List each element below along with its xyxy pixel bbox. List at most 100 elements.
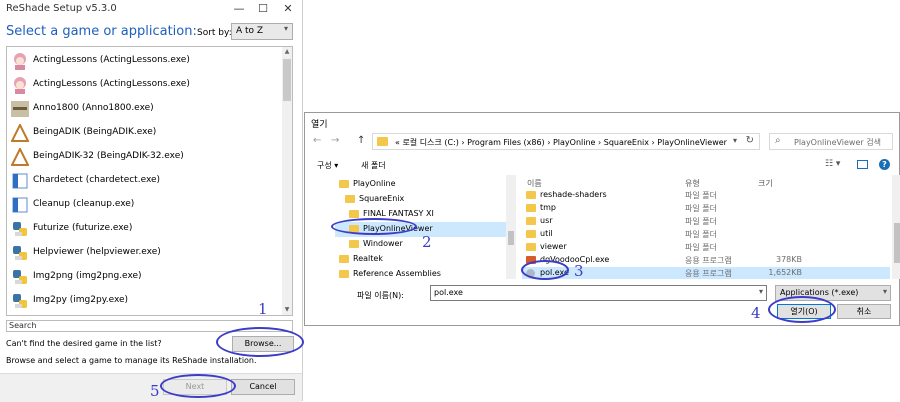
list-item-label: Futurize (futurize.exe) xyxy=(33,223,133,233)
sort-dropdown[interactable]: A to Z ▾ xyxy=(231,23,293,40)
hint-text: Browse and select a game to manage its R… xyxy=(6,356,257,365)
file-name: usr xyxy=(540,216,553,225)
organize-button[interactable]: 구성 ▾ xyxy=(317,160,338,171)
chevron-down-icon: ▾ xyxy=(283,24,288,33)
list-item-label: ActingLessons (ActingLessons.exe) xyxy=(33,79,190,89)
forward-arrow-icon[interactable]: → xyxy=(331,135,339,146)
column-header-type[interactable]: 유형 xyxy=(685,178,700,189)
list-item[interactable]: Cleanup (cleanup.exe) xyxy=(7,193,283,217)
list-item[interactable]: Img2py (img2py.exe) xyxy=(7,289,283,313)
filename-value: pol.exe xyxy=(434,288,463,297)
back-arrow-icon[interactable]: ← xyxy=(313,135,321,146)
tree-item[interactable]: Realtek xyxy=(339,252,516,267)
minimize-button[interactable]: — xyxy=(228,1,250,17)
tree-item[interactable]: SquareEnix xyxy=(345,192,516,207)
python-icon xyxy=(13,222,27,236)
scroll-thumb[interactable] xyxy=(283,59,291,101)
file-size: 378KB xyxy=(775,255,802,264)
list-item[interactable]: ActingLessons (ActingLessons.exe) xyxy=(7,73,283,97)
file-row[interactable]: usr 파일 폴더 xyxy=(522,215,890,228)
list-item[interactable]: BeingADIK (BeingADIK.exe) xyxy=(7,121,283,145)
list-item[interactable]: Anno1800 (Anno1800.exe) xyxy=(7,97,283,121)
folder-icon xyxy=(526,243,536,251)
scroll-thumb[interactable] xyxy=(508,231,514,245)
list-scrollbar[interactable]: ▲ ▼ xyxy=(282,47,292,315)
refresh-icon[interactable]: ↻ xyxy=(746,135,754,146)
close-button[interactable]: ✕ xyxy=(277,1,299,17)
filename-label: 파일 이름(N): xyxy=(357,291,404,300)
file-row[interactable]: reshade-shaders 파일 폴더 xyxy=(522,189,890,202)
annotation-ellipse-open xyxy=(768,296,836,323)
list-item[interactable]: ActingLessons (ActingLessons.exe) xyxy=(7,49,283,73)
file-name: tmp xyxy=(540,203,557,212)
cancel-button[interactable]: 취소 xyxy=(837,304,891,319)
file-size: 1,652KB xyxy=(768,268,802,277)
help-icon[interactable]: ? xyxy=(879,159,890,170)
annotation-ellipse-next xyxy=(160,374,236,398)
annotation-number: 1 xyxy=(258,300,268,318)
tree-item-label: Realtek xyxy=(353,254,383,263)
file-row[interactable]: viewer 파일 폴더 xyxy=(522,241,890,254)
new-folder-button[interactable]: 새 폴더 xyxy=(361,160,386,171)
column-header-size[interactable]: 크기 xyxy=(758,178,773,189)
anime-girl-icon xyxy=(14,53,26,70)
game-list[interactable]: ActingLessons (ActingLessons.exe) Acting… xyxy=(6,46,293,316)
triangle-icon xyxy=(11,124,29,142)
list-item[interactable]: Chardetect (chardetect.exe) xyxy=(7,169,283,193)
list-item[interactable]: Helpviewer (helpviewer.exe) xyxy=(7,241,283,265)
search-input[interactable]: ⌕ PlayOnlineViewer 검색 xyxy=(769,133,893,150)
file-type: 응용 프로그램 xyxy=(685,256,732,265)
filename-input[interactable]: pol.exe ▾ xyxy=(430,285,767,301)
annotation-number: 4 xyxy=(751,304,761,322)
anime-girl-icon xyxy=(14,77,26,94)
list-item-label: Helpviewer (helpviewer.exe) xyxy=(33,247,161,257)
annotation-number: 5 xyxy=(150,382,160,400)
file-list-scrollbar[interactable] xyxy=(892,175,900,279)
preview-pane-icon[interactable] xyxy=(857,160,868,169)
file-name: util xyxy=(540,229,553,238)
folder-icon xyxy=(526,230,536,238)
file-type: 파일 폴더 xyxy=(685,217,717,226)
view-options-icon[interactable]: ☷ ▾ xyxy=(825,159,840,169)
python-icon xyxy=(13,294,27,308)
annotation-ellipse-file xyxy=(521,260,569,280)
address-bar[interactable]: « 로컬 디스크 (C:) › Program Files (x86) › Pl… xyxy=(372,133,760,150)
file-type: 파일 폴더 xyxy=(685,191,717,200)
window-app-icon xyxy=(12,173,28,189)
list-item[interactable]: Img2png (img2png.exe) xyxy=(7,265,283,289)
file-row[interactable]: util 파일 폴더 xyxy=(522,228,890,241)
file-name: viewer xyxy=(540,242,567,251)
folder-icon xyxy=(339,255,349,263)
list-item[interactable]: Futurize (futurize.exe) xyxy=(7,217,283,241)
tree-item[interactable]: Windower xyxy=(349,237,516,252)
window-title: ReShade Setup v5.3.0 xyxy=(6,3,117,14)
up-arrow-icon[interactable]: ↑ xyxy=(357,135,365,146)
tree-item[interactable]: Reference Assemblies xyxy=(339,267,516,279)
file-name: reshade-shaders xyxy=(540,190,607,199)
breadcrumb[interactable]: « 로컬 디스크 (C:) › Program Files (x86) › Pl… xyxy=(395,137,727,148)
maximize-button[interactable]: ☐ xyxy=(252,1,274,17)
tree-item-label: PlayOnline xyxy=(353,179,396,188)
sort-value: A to Z xyxy=(236,26,264,36)
list-item[interactable]: BeingADIK-32 (BeingADIK-32.exe) xyxy=(7,145,283,169)
scroll-thumb[interactable] xyxy=(894,223,900,263)
chevron-down-icon: ▾ xyxy=(882,287,887,296)
chevron-down-icon[interactable]: ▾ xyxy=(733,136,737,145)
annotation-ellipse-browse xyxy=(216,327,304,357)
scroll-up-icon[interactable]: ▲ xyxy=(282,47,292,57)
scroll-down-icon[interactable]: ▼ xyxy=(282,305,292,315)
file-row[interactable]: tmp 파일 폴더 xyxy=(522,202,890,215)
sort-label: Sort by: xyxy=(197,28,232,38)
folder-icon xyxy=(526,217,536,225)
tree-item-label: Reference Assemblies xyxy=(353,269,441,278)
chevron-down-icon[interactable]: ▾ xyxy=(759,287,763,296)
column-header-name[interactable]: 이름 xyxy=(527,178,542,189)
triangle-icon xyxy=(11,148,29,166)
search-placeholder: Search xyxy=(9,321,37,330)
dialog-title: 열기 xyxy=(311,120,328,130)
tree-item-label: Windower xyxy=(363,239,403,248)
cancel-button[interactable]: Cancel xyxy=(231,379,295,395)
tree-item[interactable]: PlayOnline xyxy=(339,177,516,192)
tree-scrollbar[interactable] xyxy=(506,175,516,279)
title-bar: ReShade Setup v5.3.0 — ☐ ✕ xyxy=(0,0,302,18)
